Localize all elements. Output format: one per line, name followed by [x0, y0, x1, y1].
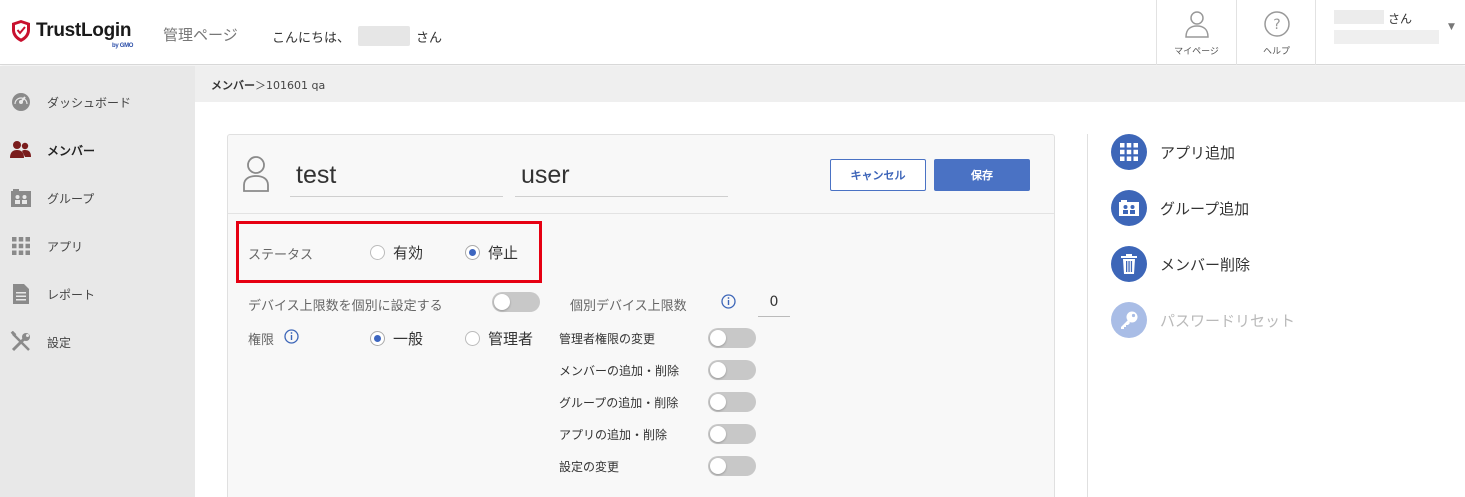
add-app-action[interactable]: アプリ追加: [1111, 134, 1235, 170]
sidebar-item-members[interactable]: メンバー: [0, 128, 195, 172]
help-label: ヘルプ: [1262, 47, 1290, 57]
radio-circle: [465, 331, 480, 346]
breadcrumb-parent-link[interactable]: メンバー: [211, 79, 255, 92]
user-menu[interactable]: さん ▼: [1315, 0, 1465, 65]
permission-label: 管理者権限の変更: [559, 332, 656, 346]
vertical-divider: [1087, 134, 1088, 497]
card-header: test user キャンセル 保存: [228, 135, 1054, 214]
radio-circle-selected: [465, 245, 480, 260]
radio-circle: [370, 245, 385, 260]
device-limit-toggle[interactable]: [492, 292, 540, 312]
sidebar-item-label: レポート: [47, 287, 96, 302]
redacted-user-email: [1334, 30, 1439, 44]
first-name-input[interactable]: test: [290, 157, 503, 197]
delete-member-action[interactable]: メンバー削除: [1111, 246, 1250, 282]
apps-grid-icon: [1111, 134, 1147, 170]
help-button[interactable]: ? ヘルプ: [1236, 0, 1316, 65]
help-question-icon: ?: [1263, 11, 1290, 37]
logo-sub: by GMO: [111, 43, 134, 49]
sidebar-item-reports[interactable]: レポート: [0, 272, 195, 316]
members-icon: [10, 139, 32, 161]
permission-toggle-groups[interactable]: [708, 392, 756, 412]
individual-device-limit-label: 個別デバイス上限数: [570, 299, 687, 314]
permission-label: 設定の変更: [559, 460, 620, 474]
sidebar-item-apps[interactable]: アプリ: [0, 224, 195, 268]
greeting: こんにちは、 さん: [272, 26, 442, 46]
shield-logo-icon: [12, 20, 30, 42]
sidebar-item-label: グループ: [47, 191, 95, 206]
permission-label: アプリの追加・削除: [559, 428, 668, 442]
breadcrumb-text: メンバー＞101601 qa: [211, 77, 325, 93]
password-reset-action: パスワードリセット: [1111, 302, 1295, 338]
group-add-icon: [1111, 190, 1147, 226]
sidebar: ダッシュボード メンバー グループ アプリ レポート 設定: [0, 66, 195, 497]
sidebar-item-label: 設定: [47, 335, 72, 350]
permission-label: グループの追加・削除: [559, 396, 679, 410]
sidebar-item-label: メンバー: [47, 143, 96, 158]
sidebar-item-dashboard[interactable]: ダッシュボード: [0, 80, 195, 124]
chevron-down-icon[interactable]: ▼: [1448, 22, 1455, 32]
logo-text: TrustLogin by GMO: [36, 20, 134, 49]
settings-tools-icon: [10, 331, 32, 353]
breadcrumb: メンバー＞101601 qa: [195, 66, 1465, 102]
action-label: メンバー削除: [1160, 255, 1251, 274]
role-general-radio[interactable]: 一般: [370, 328, 423, 349]
save-button[interactable]: 保存: [934, 159, 1030, 191]
radio-label: 有効: [393, 244, 424, 262]
status-active-radio[interactable]: 有効: [370, 242, 423, 263]
individual-device-limit-input[interactable]: 0: [758, 291, 790, 317]
permission-toggle-apps[interactable]: [708, 424, 756, 444]
breadcrumb-separator: ＞: [255, 79, 266, 92]
radio-label: 管理者: [488, 330, 534, 348]
info-icon[interactable]: [721, 294, 736, 309]
mypage-label: マイページ: [1174, 47, 1219, 57]
svg-text:?: ?: [1273, 17, 1280, 33]
trash-icon: [1111, 246, 1147, 282]
permission-toggle-members[interactable]: [708, 360, 756, 380]
report-icon: [10, 283, 32, 305]
key-icon: [1111, 302, 1147, 338]
sidebar-item-label: アプリ: [47, 239, 84, 254]
admin-page-label: 管理ページ: [163, 26, 238, 44]
permission-toggle-admin-change[interactable]: [708, 328, 756, 348]
person-avatar-icon: [243, 156, 269, 192]
last-name-input[interactable]: user: [515, 157, 728, 197]
top-header: TrustLogin by GMO 管理ページ こんにちは、 さん マイページ …: [0, 0, 1465, 65]
status-suspended-radio[interactable]: 停止: [465, 242, 518, 263]
permission-label: メンバーの追加・削除: [559, 364, 680, 378]
cancel-button[interactable]: キャンセル: [830, 159, 926, 191]
status-label: ステータス: [248, 248, 314, 263]
permission-toggle-settings[interactable]: [708, 456, 756, 476]
action-label: グループ追加: [1160, 199, 1250, 218]
sidebar-item-settings[interactable]: 設定: [0, 320, 195, 364]
radio-circle-selected: [370, 331, 385, 346]
user-profile-icon: [1184, 11, 1209, 38]
add-group-action[interactable]: グループ追加: [1111, 190, 1249, 226]
sidebar-item-label: ダッシュボード: [47, 95, 132, 110]
info-icon[interactable]: [284, 329, 299, 344]
group-icon: [10, 187, 32, 209]
breadcrumb-current: 101601 qa: [266, 79, 326, 92]
radio-label: 一般: [393, 330, 424, 348]
greeting-prefix: こんにちは、: [272, 30, 351, 46]
role-label: 権限: [248, 333, 275, 348]
role-admin-radio[interactable]: 管理者: [465, 328, 533, 349]
radio-label: 停止: [488, 244, 519, 262]
user-suffix: さん: [1388, 12, 1413, 26]
action-label: パスワードリセット: [1160, 311, 1296, 330]
trustlogin-logo[interactable]: TrustLogin by GMO: [11, 16, 134, 49]
sidebar-item-groups[interactable]: グループ: [0, 176, 195, 220]
redacted-username: [358, 26, 411, 46]
greeting-suffix: さん: [416, 30, 443, 46]
action-label: アプリ追加: [1160, 143, 1236, 162]
dashboard-icon: [10, 91, 32, 113]
redacted-user-name: [1334, 10, 1384, 24]
apps-grid-icon: [10, 235, 32, 257]
mypage-button[interactable]: マイページ: [1156, 0, 1236, 65]
device-limit-label: デバイス上限数を個別に設定する: [248, 299, 443, 314]
